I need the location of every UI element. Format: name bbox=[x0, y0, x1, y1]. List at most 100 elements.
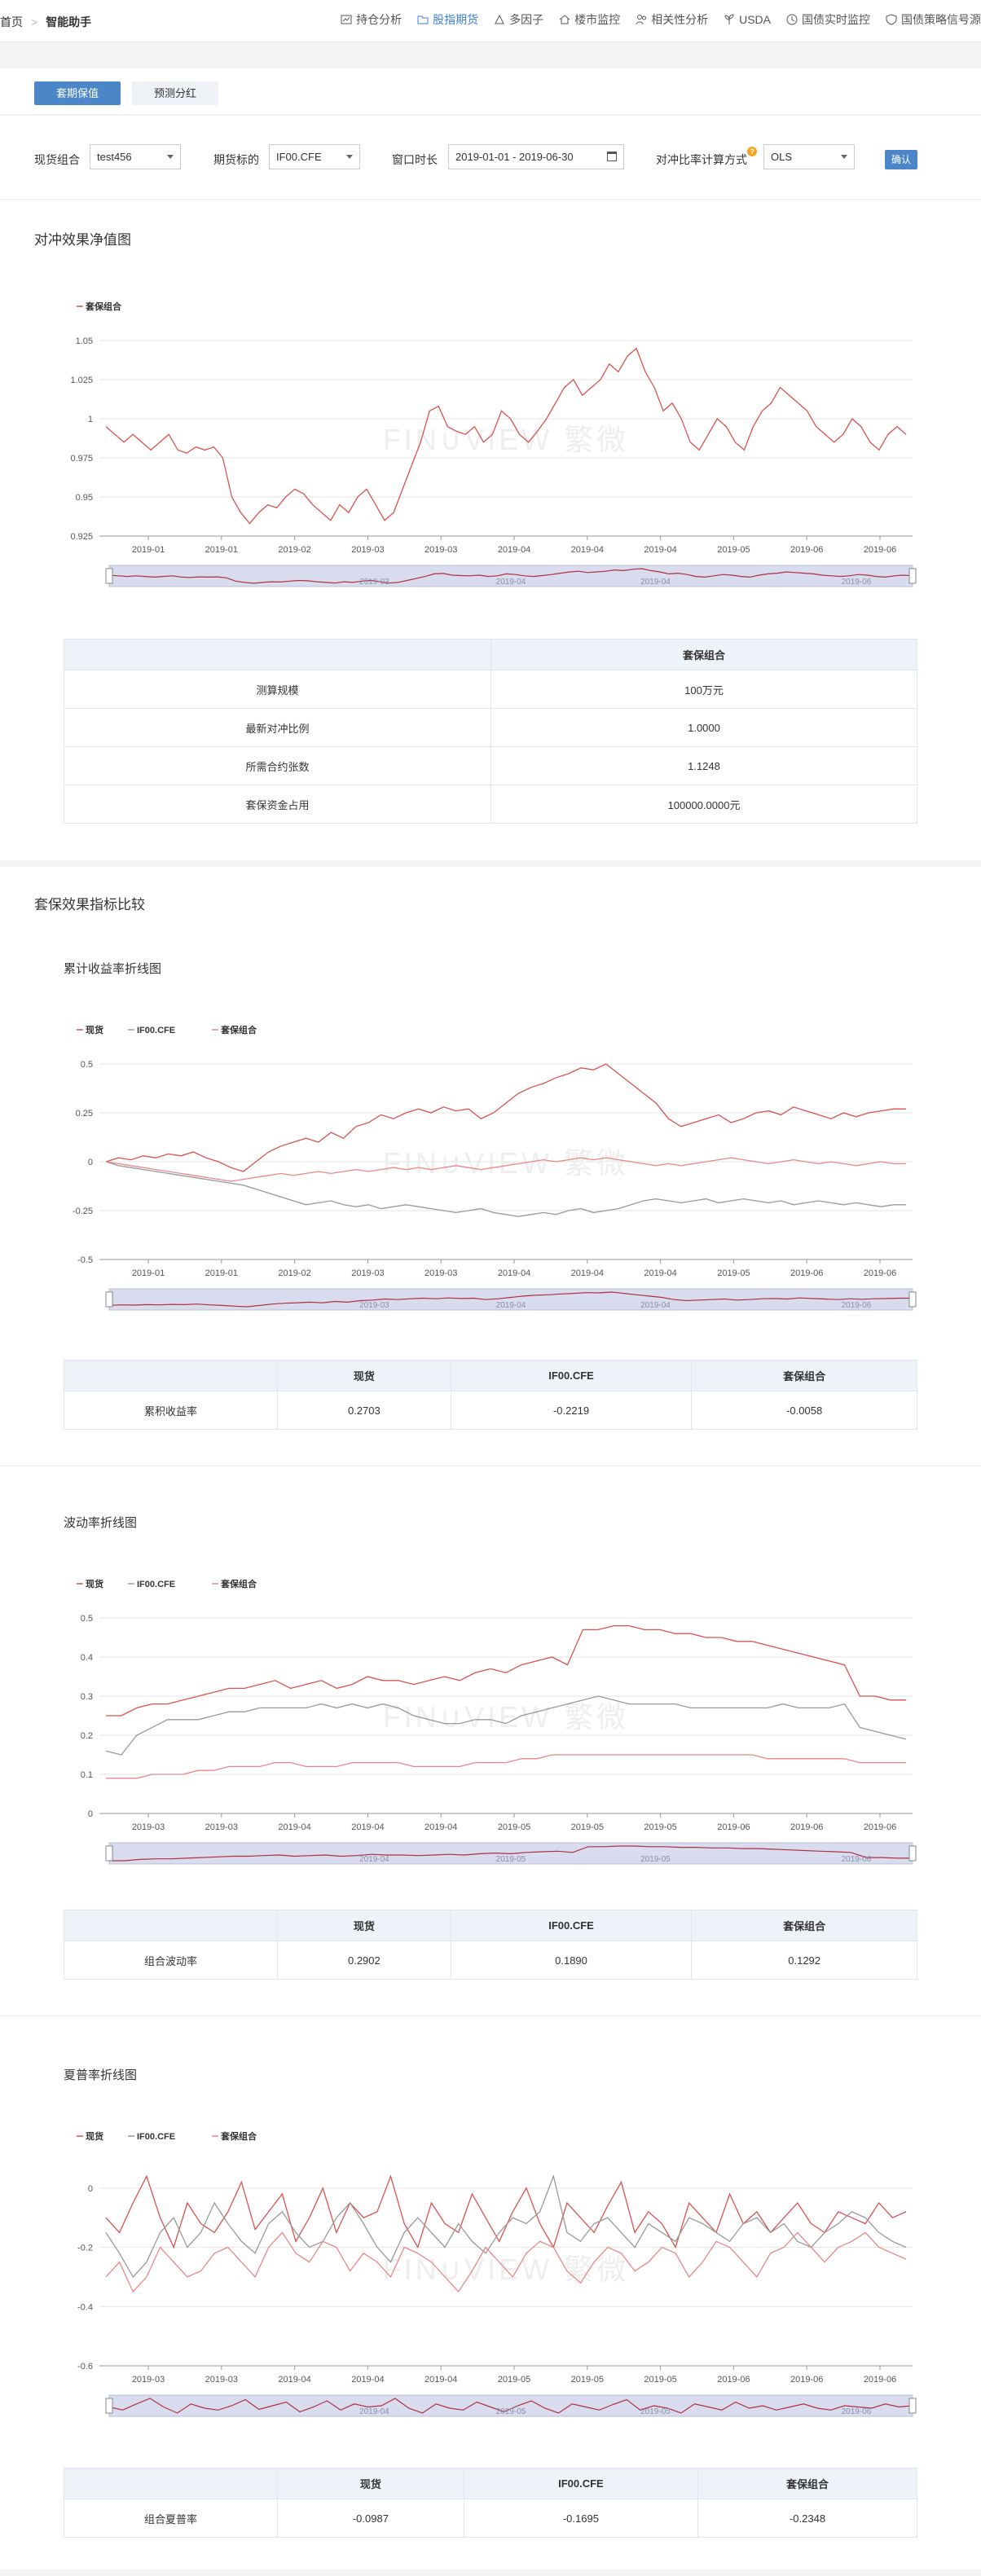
plant-icon bbox=[724, 14, 734, 24]
col-spot: 现货 bbox=[277, 1910, 451, 1941]
zoom-label: 2019-03 bbox=[359, 1301, 389, 1310]
y-tick-label: 0.5 bbox=[81, 1060, 93, 1070]
net-value-card: 对冲效果净值图 套保组合 1.05 1.025 1 0.975 0.95 0.925 2019… bbox=[0, 200, 981, 860]
row-label: 套保资金占用 bbox=[64, 785, 491, 824]
x-tick-label: 2019-04 bbox=[278, 2375, 310, 2385]
y-tick-label: 0.975 bbox=[70, 454, 93, 464]
col-futures: IF00.CFE bbox=[450, 1360, 693, 1391]
zoom-handle-right bbox=[908, 1845, 917, 1862]
portfolio-select[interactable]: test456 bbox=[90, 144, 181, 169]
breadcrumb-current: 智能助手 bbox=[46, 15, 92, 29]
zoom-label: 2019-06 bbox=[842, 1855, 872, 1864]
watermark-text: FIN∪VIEW 繁微 bbox=[383, 423, 629, 456]
sharpe-chart: 现货 IF00.CFE 套保组合 0 -0.2 -0.4 -0.6 2019-03 2019-0… bbox=[57, 2112, 921, 2421]
x-tick-label: 2019-04 bbox=[351, 2375, 384, 2385]
nav-item-2[interactable]: 多因子 bbox=[493, 11, 543, 28]
zoom-handle-left bbox=[105, 1291, 113, 1308]
x-tick-label: 2019-05 bbox=[644, 1822, 676, 1832]
volatility-chart: 现货 IF00.CFE 套保组合 0.5 0.4 0.3 0.2 0.1 0 2019-03 201… bbox=[57, 1559, 921, 1869]
x-tick-label: 2019-06 bbox=[790, 545, 823, 555]
confirm-button[interactable]: 确认 bbox=[885, 150, 917, 169]
cum-return-chart-svg: 现货 IF00.CFE 套保组合 0.5 0.25 0 -0.25 -0.5 2019-01 20… bbox=[73, 1024, 917, 1311]
x-tick-label: 2019-05 bbox=[717, 545, 750, 555]
x-tick-label: 2019-01 bbox=[132, 545, 165, 555]
net-value-chart-svg: 套保组合 1.05 1.025 1 0.975 0.95 0.925 2019-01 2019-… bbox=[70, 301, 917, 587]
window-date-range[interactable]: 2019-01-01 - 2019-06-30 bbox=[448, 144, 624, 169]
x-tick-label: 2019-04 bbox=[425, 1822, 457, 1832]
zoom-handle-left bbox=[105, 568, 113, 584]
row-value: 100万元 bbox=[490, 670, 917, 709]
zoom-label: 2019-04 bbox=[496, 578, 526, 587]
filter-bar: 现货组合 test456 期货标的 IF00.CFE 窗口时长 2019-01-… bbox=[0, 115, 981, 199]
cell-hedge: 0.1292 bbox=[691, 1941, 917, 1980]
legend-label: 现货 bbox=[86, 1578, 103, 1589]
zoom-label: 2019-05 bbox=[496, 2407, 526, 2416]
nav-item-1[interactable]: 股指期货 bbox=[416, 11, 478, 28]
folder-icon bbox=[417, 15, 429, 24]
nav-item-7[interactable]: 国债策略信号源 bbox=[885, 11, 981, 28]
method-select[interactable]: OLS bbox=[763, 144, 855, 169]
section-title: 对冲效果净值图 bbox=[34, 232, 131, 248]
volatility-chart-svg: 现货 IF00.CFE 套保组合 0.5 0.4 0.3 0.2 0.1 0 2019-03 201… bbox=[77, 1578, 917, 1865]
net-value-table: 套保组合 测算规模 100万元 最新对冲比例 1.0000 所需合约张数 1.1248… bbox=[64, 639, 917, 824]
nav-item-label: 多因子 bbox=[509, 13, 544, 26]
zoom-label: 2019-06 bbox=[842, 578, 872, 587]
col-spot: 现货 bbox=[277, 2468, 464, 2499]
table-row: 套保资金占用 100000.0000元 bbox=[64, 785, 917, 824]
window-label: 窗口时长 bbox=[392, 153, 438, 166]
x-tick-label: 2019-05 bbox=[498, 2375, 530, 2385]
row-label: 累积收益率 bbox=[64, 1391, 278, 1430]
watermark-text: FIN∪VIEW 繁微 bbox=[383, 1146, 629, 1180]
y-tick-label: 0.25 bbox=[76, 1109, 93, 1119]
table-corner bbox=[64, 2468, 278, 2499]
legend-label: 套保组合 bbox=[221, 1024, 257, 1035]
help-icon[interactable]: ? bbox=[747, 147, 757, 156]
table-corner bbox=[64, 1910, 278, 1941]
chart-icon bbox=[341, 15, 352, 24]
chevron-down-icon bbox=[167, 155, 174, 159]
nav-item-6[interactable]: 国债实时监控 bbox=[785, 11, 870, 28]
volatility-table: 现货 IF00.CFE 套保组合 组合波动率 0.2902 0.1890 0.1292 bbox=[64, 1910, 917, 1980]
nav-item-3[interactable]: 楼市监控 bbox=[558, 11, 620, 28]
x-tick-label: 2019-05 bbox=[571, 2375, 604, 2385]
futures-select[interactable]: IF00.CFE bbox=[269, 144, 360, 169]
x-tick-label: 2019-04 bbox=[644, 545, 676, 555]
calendar-icon bbox=[607, 152, 617, 161]
table-row: 所需合约张数 1.1248 bbox=[64, 746, 917, 785]
x-tick-label: 2019-06 bbox=[717, 1822, 750, 1832]
legend-label: IF00.CFE bbox=[137, 2132, 175, 2142]
zoom-handle-left bbox=[105, 2398, 113, 2414]
nav-item-label: 国债实时监控 bbox=[802, 13, 870, 26]
col-spot: 现货 bbox=[277, 1360, 451, 1391]
metrics-card: 套保效果指标比较 累计收益率折线图 现货 IF00.CFE 套保组合 0.5 0.25 0… bbox=[0, 867, 981, 2569]
nav-item-0[interactable]: 持仓分析 bbox=[340, 11, 402, 28]
x-tick-label: 2019-06 bbox=[717, 2375, 750, 2385]
nav-item-4[interactable]: 相关性分析 bbox=[635, 11, 708, 28]
cell-futures: 0.1890 bbox=[450, 1941, 693, 1980]
zoom-label: 2019-06 bbox=[842, 1301, 872, 1310]
zoom-label: 2019-04 bbox=[359, 1855, 389, 1864]
x-tick-label: 2019-03 bbox=[132, 2375, 165, 2385]
cell-hedge: -0.2348 bbox=[697, 2499, 917, 2538]
tab-hedge[interactable]: 套期保值 bbox=[34, 81, 121, 105]
x-tick-label: 2019-06 bbox=[790, 1268, 823, 1278]
x-tick-label: 2019-06 bbox=[864, 1822, 896, 1832]
cell-spot: 0.2703 bbox=[277, 1391, 451, 1430]
row-value: 1.1248 bbox=[490, 746, 917, 785]
x-tick-label: 2019-02 bbox=[278, 1268, 310, 1278]
x-tick-label: 2019-01 bbox=[132, 1268, 165, 1278]
cell-hedge: -0.0058 bbox=[691, 1391, 917, 1430]
zoom-handle-right bbox=[908, 1291, 917, 1308]
row-label: 所需合约张数 bbox=[64, 746, 491, 785]
nav-item-label: 国债策略信号源 bbox=[901, 13, 981, 26]
tab-dividend[interactable]: 预测分红 bbox=[132, 81, 218, 105]
breadcrumb-home[interactable]: 首页 bbox=[0, 15, 23, 29]
sharpe-chart-svg: 现货 IF00.CFE 套保组合 0 -0.2 -0.4 -0.6 2019-03 2019-0… bbox=[77, 2130, 917, 2417]
nav-item-5[interactable]: USDA bbox=[723, 11, 771, 28]
tab-panel: 套期保值 预测分红 bbox=[0, 68, 981, 114]
row-value: 100000.0000元 bbox=[490, 785, 917, 824]
x-tick-label: 2019-04 bbox=[498, 1268, 530, 1278]
x-tick-label: 2019-04 bbox=[571, 545, 604, 555]
people-icon bbox=[636, 15, 647, 25]
x-tick-label: 2019-01 bbox=[205, 545, 238, 555]
